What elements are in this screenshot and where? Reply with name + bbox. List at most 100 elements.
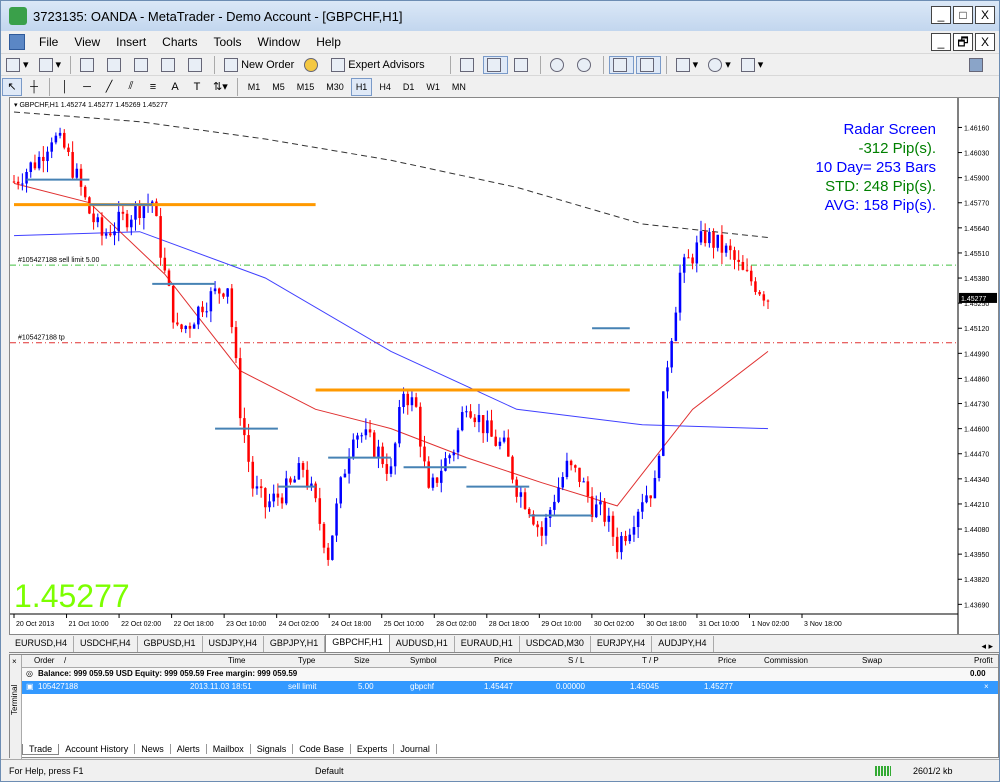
zoom-in-icon <box>549 57 564 72</box>
terminal-button[interactable] <box>157 56 182 74</box>
connection-bars-icon[interactable] <box>875 765 891 776</box>
order-close-icon[interactable]: × <box>984 682 989 691</box>
periods-button[interactable]: ▾ <box>704 56 735 74</box>
close-button[interactable]: X <box>975 6 995 24</box>
symbol-tab[interactable]: USDJPY,H4 <box>203 636 264 652</box>
terminal-tab[interactable]: Mailbox <box>207 744 251 754</box>
trendline-button[interactable]: ╱ <box>99 78 119 96</box>
col-profit[interactable]: Profit <box>974 656 993 665</box>
terminal-tab[interactable]: Code Base <box>293 744 351 754</box>
menu-view[interactable]: View <box>66 35 108 49</box>
col-commission[interactable]: Commission <box>764 656 808 665</box>
text-button[interactable]: A <box>165 78 185 96</box>
menu-tools[interactable]: Tools <box>206 35 250 49</box>
timeframe-h1[interactable]: H1 <box>350 77 373 96</box>
tester-button[interactable] <box>184 56 209 74</box>
menu-insert[interactable]: Insert <box>108 35 154 49</box>
status-profile[interactable]: Default <box>315 766 344 776</box>
terminal-tab[interactable]: Experts <box>351 744 395 754</box>
horizontal-line-button[interactable]: ─ <box>77 78 97 96</box>
col-cur-price[interactable]: Price <box>718 656 736 665</box>
line-chart-button[interactable] <box>510 56 535 74</box>
symbol-tab[interactable]: GBPUSD,H1 <box>138 636 203 652</box>
crosshair-button[interactable]: ┼ <box>24 78 44 96</box>
new-order-button[interactable]: New Order <box>220 56 298 74</box>
vertical-line-button[interactable]: │ <box>55 78 75 96</box>
timeframe-m5[interactable]: M5 <box>267 78 290 96</box>
market-watch-button[interactable] <box>76 56 101 74</box>
chart-shift-button[interactable] <box>635 55 661 74</box>
terminal-tab[interactable]: Alerts <box>171 744 207 754</box>
col-price[interactable]: Price <box>494 656 512 665</box>
new-chart-button[interactable]: ▾ <box>2 56 33 74</box>
timeframe-m15[interactable]: M15 <box>292 78 320 96</box>
symbol-tab[interactable]: GBPJPY,H1 <box>264 636 326 652</box>
toolbar-options-button[interactable] <box>965 56 990 74</box>
symbol-tab[interactable]: AUDJPY,H4 <box>652 636 714 652</box>
timeframe-m1[interactable]: M1 <box>243 78 266 96</box>
col-sl[interactable]: S / L <box>568 656 584 665</box>
expert-advisors-button[interactable]: Expert Advisors <box>327 56 428 74</box>
terminal-tab[interactable]: News <box>135 744 171 754</box>
menu-file[interactable]: File <box>31 35 66 49</box>
data-window-button[interactable] <box>103 56 128 74</box>
indicators-button[interactable]: ▾ <box>672 56 703 74</box>
col-time[interactable]: Time <box>228 656 245 665</box>
menu-charts[interactable]: Charts <box>154 35 205 49</box>
chart-doc-icon[interactable] <box>9 34 25 50</box>
symbol-tab[interactable]: EURUSD,H4 <box>9 636 75 652</box>
col-type[interactable]: Type <box>298 656 315 665</box>
balance-row[interactable]: ◎ Balance: 999 059.59 USD Equity: 999 05… <box>22 668 998 681</box>
zoom-out-button[interactable] <box>573 56 598 74</box>
bar-chart-button[interactable] <box>456 56 481 74</box>
candle-body <box>142 206 146 219</box>
terminal-tab[interactable]: Trade <box>22 743 60 755</box>
symbol-tab[interactable]: EURJPY,H4 <box>591 636 653 652</box>
auto-scroll-button[interactable] <box>608 55 634 74</box>
col-swap[interactable]: Swap <box>862 656 882 665</box>
symbol-tab[interactable]: EURAUD,H1 <box>455 636 520 652</box>
minimize-button[interactable]: _ <box>931 6 951 24</box>
zoom-in-button[interactable] <box>546 56 571 74</box>
navigator-button[interactable] <box>130 56 155 74</box>
order-row[interactable]: ▣ 105427188 2013.11.03 18:51 sell limit … <box>22 681 998 694</box>
maximize-button[interactable]: □ <box>953 6 973 24</box>
col-order[interactable]: Order <box>34 656 54 665</box>
timeframe-mn[interactable]: MN <box>447 78 471 96</box>
symbol-tab[interactable]: GBPCHF,H1 <box>325 634 390 652</box>
mdi-close-button[interactable]: X <box>975 33 995 51</box>
terminal-close-icon[interactable]: × <box>12 657 17 666</box>
tab-scroll-arrows-icon[interactable]: ◂ ▸ <box>981 641 999 652</box>
candle-body <box>21 183 24 185</box>
col-size[interactable]: Size <box>354 656 370 665</box>
mdi-minimize-button[interactable]: _ <box>931 33 951 51</box>
menu-help[interactable]: Help <box>308 35 349 49</box>
candlestick-button[interactable] <box>482 55 508 74</box>
text-label-button[interactable]: T <box>187 78 207 96</box>
symbol-tab[interactable]: USDCAD,M30 <box>520 636 591 652</box>
col-tp[interactable]: T / P <box>642 656 659 665</box>
symbol-tab[interactable]: USDCHF,H4 <box>74 636 138 652</box>
profiles-button[interactable]: ▾ <box>35 56 66 74</box>
metaeditor-button[interactable] <box>300 56 325 74</box>
candle-body <box>251 461 255 489</box>
candle-body <box>703 231 707 244</box>
y-tick-label: 1.44470 <box>964 452 989 459</box>
terminal-tab[interactable]: Account History <box>59 744 136 754</box>
templates-button[interactable]: ▾ <box>737 56 768 74</box>
menu-window[interactable]: Window <box>250 35 309 49</box>
channel-button[interactable]: ⫽ <box>121 78 141 96</box>
terminal-tab[interactable]: Journal <box>394 744 437 754</box>
timeframe-d1[interactable]: D1 <box>398 78 420 96</box>
symbol-tab[interactable]: AUDUSD,H1 <box>390 636 455 652</box>
cursor-button[interactable]: ↖ <box>2 77 22 96</box>
chart-window[interactable]: 1.46160 1.46030 1.45900 1.45770 1.45640 1.455… <box>9 97 999 635</box>
terminal-tab[interactable]: Signals <box>251 744 294 754</box>
arrows-button[interactable]: ⇅▾ <box>209 78 232 96</box>
timeframe-m30[interactable]: M30 <box>321 78 349 96</box>
timeframe-h4[interactable]: H4 <box>374 78 396 96</box>
fibonacci-button[interactable]: ≡ <box>143 78 163 96</box>
timeframe-w1[interactable]: W1 <box>421 78 445 96</box>
col-symbol[interactable]: Symbol <box>410 656 437 665</box>
mdi-restore-button[interactable]: 🗗 <box>953 33 973 51</box>
